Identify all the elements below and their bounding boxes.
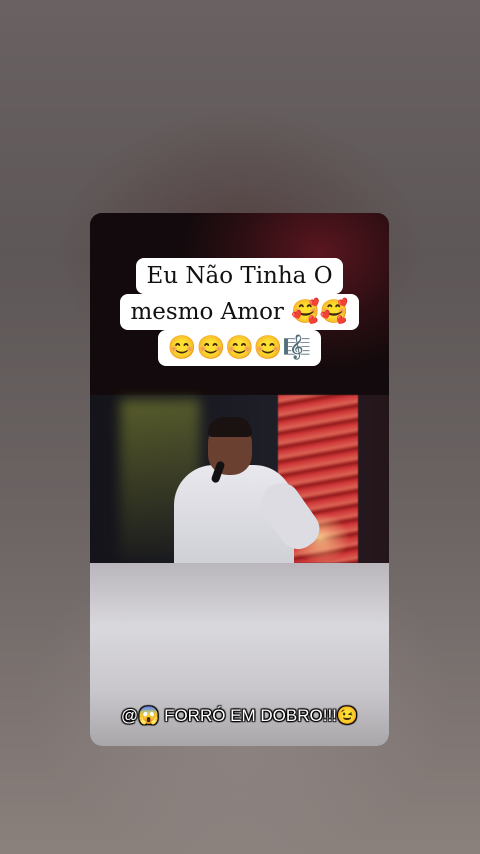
caption-line-3: 😊😊😊😊🎼 (157, 330, 322, 366)
video-caption: Eu Não Tinha O mesmo Amor 🥰🥰 😊😊😊😊🎼 (90, 258, 389, 366)
video-card[interactable]: Eu Não Tinha O mesmo Amor 🥰🥰 😊😊😊😊🎼 @😱 FO… (90, 213, 389, 746)
caption-line-2: mesmo Amor 🥰🥰 (120, 294, 359, 330)
caption-line-1: Eu Não Tinha O (136, 258, 343, 294)
footer-watermark: @😱 FORRÓ EM DOBRO!!!😉 (120, 706, 359, 725)
singer-hair (208, 417, 252, 437)
